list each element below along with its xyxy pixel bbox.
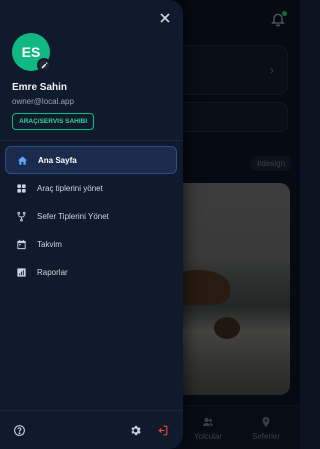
menu-item-raporlar[interactable]: Raporlar (5, 258, 177, 286)
close-icon[interactable] (158, 11, 172, 25)
menu-label: Takvim (37, 239, 62, 249)
divider (0, 410, 183, 411)
side-drawer: ES Emre Sahin owner@local.app ARAÇ/SERVI… (0, 0, 183, 449)
drawer-menu: Ana Sayfa Araç tiplerini yönet Sefer Tip… (5, 146, 177, 286)
menu-item-ana-sayfa[interactable]: Ana Sayfa (5, 146, 177, 174)
help-icon[interactable] (12, 423, 26, 437)
grid-icon (15, 182, 27, 194)
menu-label: Raporlar (37, 267, 68, 277)
pencil-icon[interactable] (37, 58, 51, 72)
home-icon (16, 154, 28, 166)
role-badge: ARAÇ/SERVIS SAHIBI (12, 113, 95, 130)
gear-icon[interactable] (128, 423, 142, 437)
fork-icon (15, 210, 27, 222)
menu-item-sefer-tipleri[interactable]: Sefer Tiplerini Yönet (5, 202, 177, 230)
chart-icon (15, 266, 27, 278)
divider (0, 140, 183, 141)
menu-label: Sefer Tiplerini Yönet (37, 211, 109, 221)
menu-item-arac-tipleri[interactable]: Araç tiplerini yönet (5, 174, 177, 202)
user-name: Emre Sahin (12, 82, 68, 93)
user-email: owner@local.app (12, 97, 74, 106)
menu-item-takvim[interactable]: Takvim (5, 230, 177, 258)
menu-label: Ana Sayfa (38, 155, 77, 165)
calendar-icon (15, 238, 27, 250)
logout-icon[interactable] (155, 423, 169, 437)
menu-label: Araç tiplerini yönet (37, 183, 103, 193)
